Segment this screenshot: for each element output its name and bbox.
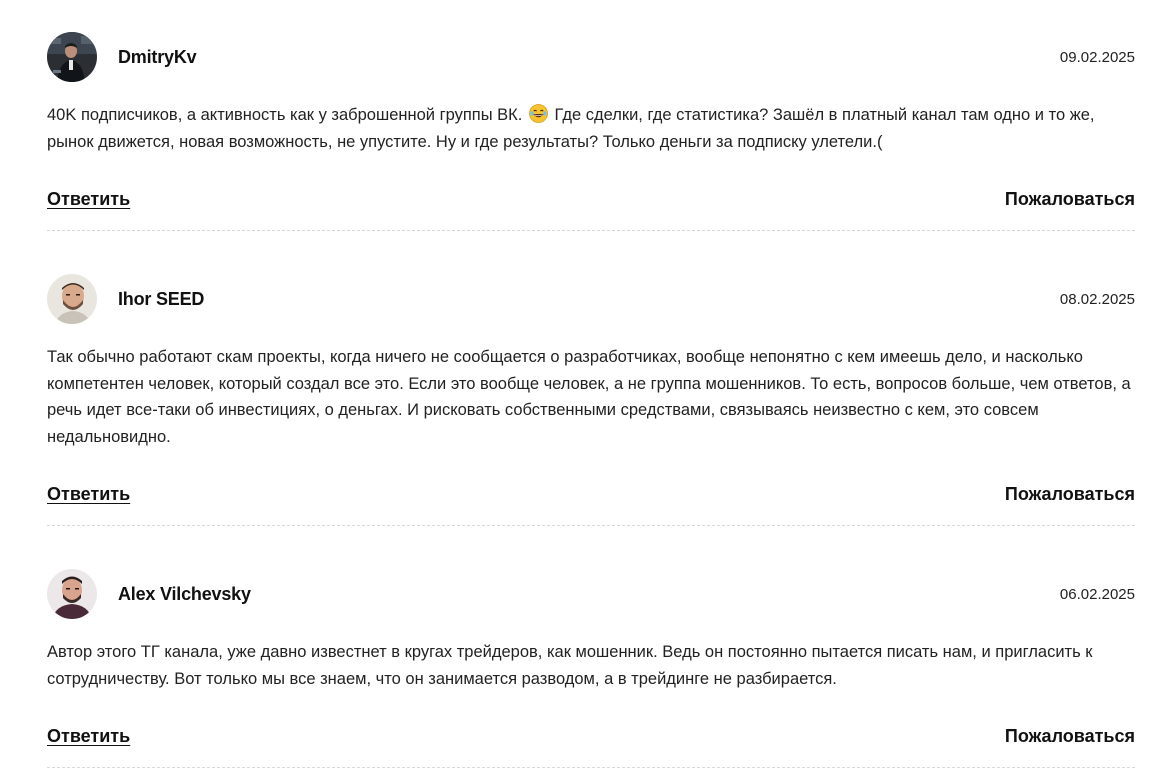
comment-text-part: 40K подписчиков, а активность как у забр… xyxy=(47,106,527,124)
comment-date: 09.02.2025 xyxy=(1059,48,1135,66)
report-link[interactable]: Пожаловаться xyxy=(1005,189,1135,210)
laughing-tears-emoji-icon xyxy=(529,104,548,123)
avatar-image xyxy=(47,32,97,82)
author-name[interactable]: Ihor SEED xyxy=(118,289,204,310)
comment-text: Автор этого ТГ канала, уже давно известн… xyxy=(47,643,1093,688)
comment-item: Alex Vilchevsky 06.02.2025 Автор этого Т… xyxy=(47,569,1135,768)
avatar[interactable] xyxy=(47,274,97,324)
comment-item: Ihor SEED 08.02.2025 Так обычно работают… xyxy=(47,274,1135,526)
reply-link[interactable]: Ответить xyxy=(47,726,130,747)
comment-actions: Ответить Пожаловаться xyxy=(47,480,1135,525)
report-link[interactable]: Пожаловаться xyxy=(1005,484,1135,505)
report-link[interactable]: Пожаловаться xyxy=(1005,726,1135,747)
comment-text: Так обычно работают скам проекты, когда … xyxy=(47,348,1131,446)
comment-actions: Ответить Пожаловаться xyxy=(47,722,1135,767)
avatar[interactable] xyxy=(47,569,97,619)
author-name[interactable]: Alex Vilchevsky xyxy=(118,584,251,605)
author-name[interactable]: DmitryKv xyxy=(118,47,197,68)
comments-list: DmitryKv 09.02.2025 40K подписчиков, а а… xyxy=(0,0,1157,768)
comment-header: DmitryKv 09.02.2025 xyxy=(47,32,1135,82)
comment-date: 06.02.2025 xyxy=(1059,585,1135,603)
comment-text: 40K подписчиков, а активность как у забр… xyxy=(47,102,1135,155)
comment-date: 08.02.2025 xyxy=(1059,290,1135,308)
comment-item: DmitryKv 09.02.2025 40K подписчиков, а а… xyxy=(47,32,1135,231)
reply-link[interactable]: Ответить xyxy=(47,189,130,210)
avatar-image xyxy=(47,569,97,619)
comment-actions: Ответить Пожаловаться xyxy=(47,185,1135,230)
comment-header: Ihor SEED 08.02.2025 xyxy=(47,274,1135,324)
reply-link[interactable]: Ответить xyxy=(47,484,130,505)
comment-header: Alex Vilchevsky 06.02.2025 xyxy=(47,569,1135,619)
avatar[interactable] xyxy=(47,32,97,82)
avatar-image xyxy=(47,274,97,324)
